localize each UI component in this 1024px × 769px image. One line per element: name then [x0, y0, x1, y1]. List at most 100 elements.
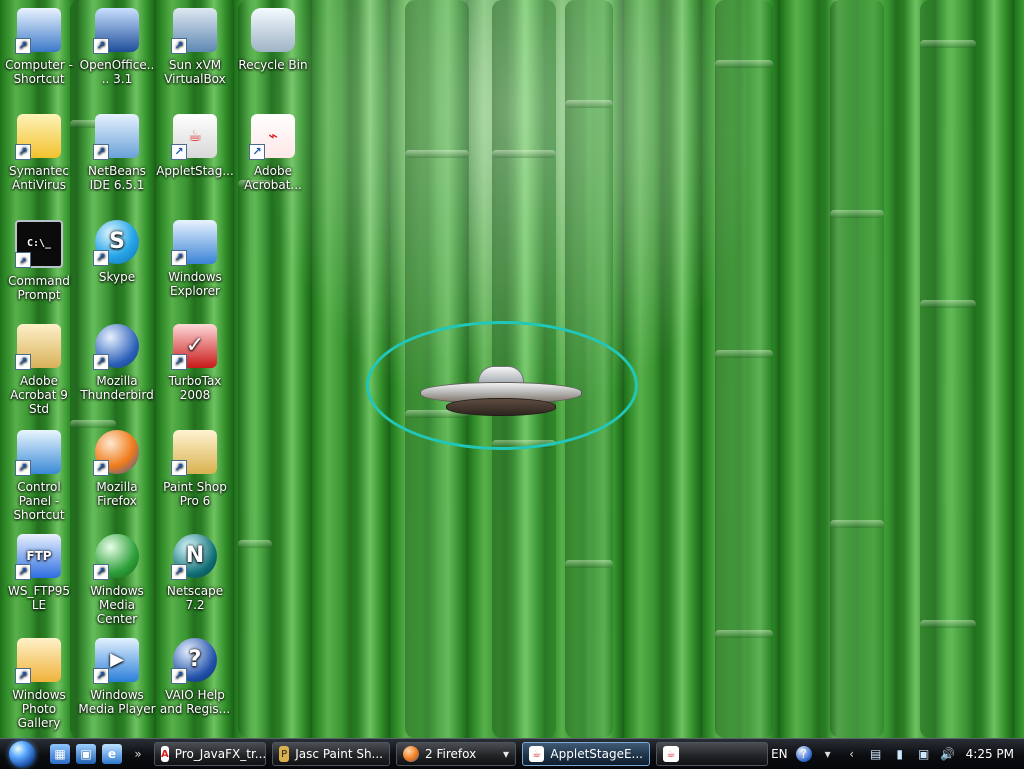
taskbar-button-java[interactable]: ☕	[656, 742, 768, 766]
desktop-icon-adobe-acrobat[interactable]: ⌁ ↗ Adobe Acrobat...	[234, 110, 312, 206]
volume-icon[interactable]: 🔊	[940, 746, 956, 762]
taskbar-button-jasc-paint-shop[interactable]: P Jasc Paint Sh...	[272, 742, 390, 766]
desktop-icon-command-prompt[interactable]: C:\_ ↗ Command Prompt	[0, 216, 78, 312]
task-label: Pro_JavaFX_tr...	[174, 747, 266, 761]
shortcut-arrow-icon: ↗	[93, 38, 109, 54]
taskbar-button-pro-javafx[interactable]: A Pro_JavaFX_tr...	[154, 742, 266, 766]
desktop-icon-turbotax[interactable]: ✓ ↗ TurboTax 2008	[156, 320, 234, 416]
desktop-icon-virtualbox[interactable]: ↗ Sun xVM VirtualBox	[156, 4, 234, 100]
icon-label: Windows Explorer	[168, 270, 222, 298]
windows-logo-icon	[9, 741, 35, 767]
bamboo-node	[565, 560, 613, 568]
desktop-icon-ws-ftp[interactable]: FTP ↗ WS_FTP95 LE	[0, 530, 78, 626]
shortcut-arrow-icon: ↗	[15, 252, 31, 268]
java-task-icon-2: ☕	[663, 746, 679, 762]
desktop-icon-media-center[interactable]: ↗ Windows Media Center	[78, 530, 156, 626]
paint-shop-task-icon: P	[279, 746, 290, 762]
network-icon[interactable]: ▤	[868, 746, 884, 762]
icon-label: Recycle Bin	[238, 58, 308, 72]
bamboo-node	[920, 620, 976, 628]
antivirus-icon: ↗	[15, 114, 61, 160]
bamboo-node	[565, 100, 613, 108]
chevron-down-icon[interactable]: ▾	[820, 746, 836, 762]
desktop-icon-openoffice[interactable]: ↗ OpenOffice.... 3.1	[78, 4, 156, 100]
task-label: Jasc Paint Sh...	[295, 747, 383, 761]
switch-windows-icon[interactable]: ▣	[76, 744, 96, 764]
desktop-icon-symantec-antivirus[interactable]: ↗ Symantec AntiVirus	[0, 110, 78, 206]
shortcut-arrow-icon: ↗	[171, 250, 187, 266]
icon-label: AppletStag...	[156, 164, 234, 178]
desktop-icon-skype[interactable]: S ↗ Skype	[78, 216, 156, 312]
skype-icon: S ↗	[93, 220, 139, 266]
icon-label: Windows Photo Gallery	[12, 688, 66, 730]
desktop-icon-media-player[interactable]: ▶ ↗ Windows Media Player	[78, 634, 156, 730]
media-center-icon: ↗	[93, 534, 139, 580]
desktop-icon-firefox[interactable]: ↗ Mozilla Firefox	[78, 426, 156, 522]
desktop-icon-photo-gallery[interactable]: ↗ Windows Photo Gallery	[0, 634, 78, 730]
shortcut-arrow-icon: ↗	[93, 144, 109, 160]
icon-label: WS_FTP95 LE	[7, 584, 70, 612]
bamboo-node	[920, 40, 976, 48]
icon-label: Netscape 7.2	[166, 584, 224, 612]
help-tray-icon[interactable]: ?	[795, 746, 812, 762]
icon-label: OpenOffice.... 3.1	[79, 58, 155, 86]
shortcut-arrow-icon: ↗	[93, 460, 109, 476]
photo-gallery-icon: ↗	[15, 638, 61, 684]
task-dropdown-icon: ▾	[502, 747, 509, 761]
chevron-left-icon[interactable]: ‹	[844, 746, 860, 762]
bamboo-node	[238, 540, 272, 548]
desktop-icon-netscape[interactable]: N ↗ Netscape 7.2	[156, 530, 234, 626]
java-task-icon: ☕	[529, 746, 545, 762]
icon-label: Sun xVM VirtualBox	[164, 58, 226, 86]
bamboo-node	[492, 150, 556, 158]
task-label: AppletStageE...	[550, 747, 643, 761]
bamboo-stalk	[920, 0, 976, 738]
desktop-icon-thunderbird[interactable]: ↗ Mozilla Thunderbird	[78, 320, 156, 416]
ufo-sprite[interactable]	[420, 366, 582, 416]
desktop-icon-paint-shop-pro[interactable]: ↗ Paint Shop Pro 6	[156, 426, 234, 522]
icon-label: Windows Media Player	[78, 688, 156, 716]
internet-explorer-icon[interactable]: e	[102, 744, 122, 764]
start-button[interactable]	[0, 739, 44, 769]
java-icon: ☕ ↗	[171, 114, 217, 160]
bamboo-node	[715, 60, 773, 68]
desktop-icon-vaio-help[interactable]: ? ↗ VAIO Help and Regis...	[156, 634, 234, 730]
taskbar-button-appletstage[interactable]: ☕ AppletStageE...	[522, 742, 650, 766]
command-prompt-icon: C:\_ ↗	[15, 220, 63, 268]
icon-label: NetBeans IDE 6.5.1	[88, 164, 146, 192]
task-label: 2 Firefox	[425, 747, 477, 761]
icon-label: VAIO Help and Regis...	[159, 688, 231, 716]
shortcut-arrow-icon: ↗	[15, 38, 31, 54]
desktop-icon-control-panel[interactable]: ↗ Control Panel - Shortcut	[0, 426, 78, 522]
shortcut-arrow-icon: ↗	[15, 564, 31, 580]
thunderbird-icon: ↗	[93, 324, 139, 370]
desktop-icon-adobe-acrobat-9[interactable]: ↗ Adobe Acrobat 9 Std	[0, 320, 78, 416]
pdf-icon: ⌁ ↗	[249, 114, 295, 160]
icon-label: Windows Media Center	[90, 584, 144, 626]
desktop-background: ↗ Computer - Shortcut ↗ OpenOffice.... 3…	[0, 0, 1024, 738]
show-desktop-icon[interactable]: ▦	[50, 744, 70, 764]
windows-explorer-icon: ↗	[171, 220, 217, 266]
battery-icon[interactable]: ▮	[892, 746, 908, 762]
display-icon[interactable]: ▣	[916, 746, 932, 762]
desktop-icon-netbeans[interactable]: ↗ NetBeans IDE 6.5.1	[78, 110, 156, 206]
taskbar: ▦ ▣ e » A Pro_JavaFX_tr... P Jasc Paint …	[0, 738, 1024, 769]
turbotax-icon: ✓ ↗	[171, 324, 217, 370]
netbeans-icon: ↗	[93, 114, 139, 160]
taskbar-button-firefox-group[interactable]: 2 Firefox ▾	[396, 742, 516, 766]
icon-label: Adobe Acrobat...	[244, 164, 302, 192]
shortcut-arrow-icon: ↗	[171, 354, 187, 370]
desktop-icon-applet-stage[interactable]: ☕ ↗ AppletStag...	[156, 110, 234, 206]
clock-time[interactable]: 4:25 PM	[966, 747, 1014, 761]
desktop-icon-recycle-bin[interactable]: Recycle Bin	[234, 4, 312, 100]
bamboo-node	[920, 300, 976, 308]
recycle-bin-icon	[251, 8, 295, 52]
language-indicator[interactable]: EN	[771, 747, 788, 761]
icon-label: Mozilla Thunderbird	[80, 374, 154, 402]
shortcut-arrow-icon: ↗	[93, 668, 109, 684]
shortcut-arrow-icon: ↗	[15, 460, 31, 476]
quicklaunch-more-icon[interactable]: »	[128, 744, 148, 764]
desktop-icon-computer-shortcut[interactable]: ↗ Computer - Shortcut	[0, 4, 78, 100]
desktop-icon-windows-explorer[interactable]: ↗ Windows Explorer	[156, 216, 234, 312]
icon-label: Control Panel - Shortcut	[13, 480, 65, 522]
